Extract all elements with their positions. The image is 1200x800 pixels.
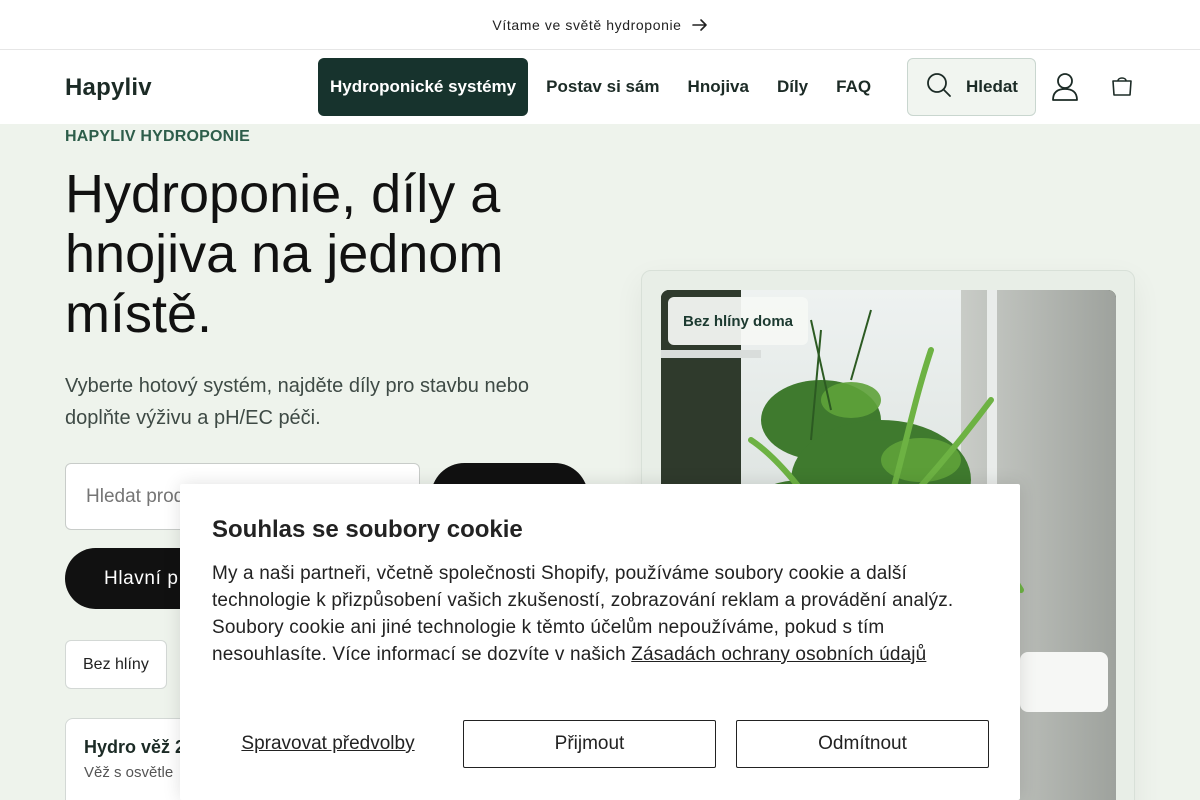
header-search-button[interactable]: Hledat — [907, 58, 1036, 116]
nav-item-build-yourself[interactable]: Postav si sám — [532, 58, 673, 116]
cookie-consent-dialog: Souhlas se soubory cookie My a naši part… — [180, 484, 1020, 800]
cookie-actions: Spravovat předvolby Přijmout Odmítnout — [212, 720, 989, 768]
cookie-text: My a naši partneři, včetně společnosti S… — [212, 560, 992, 668]
site-logo[interactable]: Hapyliv — [65, 74, 152, 102]
nav-item-parts[interactable]: Díly — [763, 58, 822, 116]
search-label: Hledat — [966, 77, 1018, 96]
nav-item-faq[interactable]: FAQ — [822, 58, 885, 116]
image-badge: Bez hlíny doma — [668, 297, 809, 345]
nav-item-hydroponic-systems[interactable]: Hydroponické systémy — [318, 58, 529, 116]
nav-item-fertilizers[interactable]: Hnojiva — [674, 58, 763, 116]
decline-button[interactable]: Odmítnout — [736, 720, 989, 768]
account-icon[interactable] — [1051, 72, 1079, 102]
privacy-policy-link[interactable]: Zásadách ochrany osobních údajů — [631, 644, 926, 665]
announcement-bar[interactable]: Vítame ve světě hydroponie — [0, 0, 1200, 50]
hero-subtitle: Vyberte hotový systém, najděte díly pro … — [65, 375, 529, 429]
accept-button[interactable]: Přijmout — [463, 720, 716, 768]
main-nav: Hydroponické systémy Postav si sám Hnoji… — [318, 58, 885, 116]
hero-title: Hydroponie, díly a hnojiva na jednom mís… — [65, 164, 504, 344]
announcement-text: Vítame ve světě hydroponie — [492, 16, 682, 33]
site-header: Hapyliv Hydroponické systémy Postav si s… — [0, 50, 1200, 124]
search-icon — [926, 72, 952, 103]
cart-icon[interactable] — [1110, 74, 1134, 98]
image-overlay-card — [1020, 652, 1108, 712]
arrow-right-icon — [691, 18, 708, 32]
manage-preferences-link[interactable]: Spravovat předvolby — [239, 720, 417, 768]
filter-chip-soilless[interactable]: Bez hlíny — [65, 640, 167, 689]
cookie-title: Souhlas se soubory cookie — [212, 516, 523, 543]
hero-eyebrow: HAPYLIV HYDROPONIE — [65, 128, 250, 145]
